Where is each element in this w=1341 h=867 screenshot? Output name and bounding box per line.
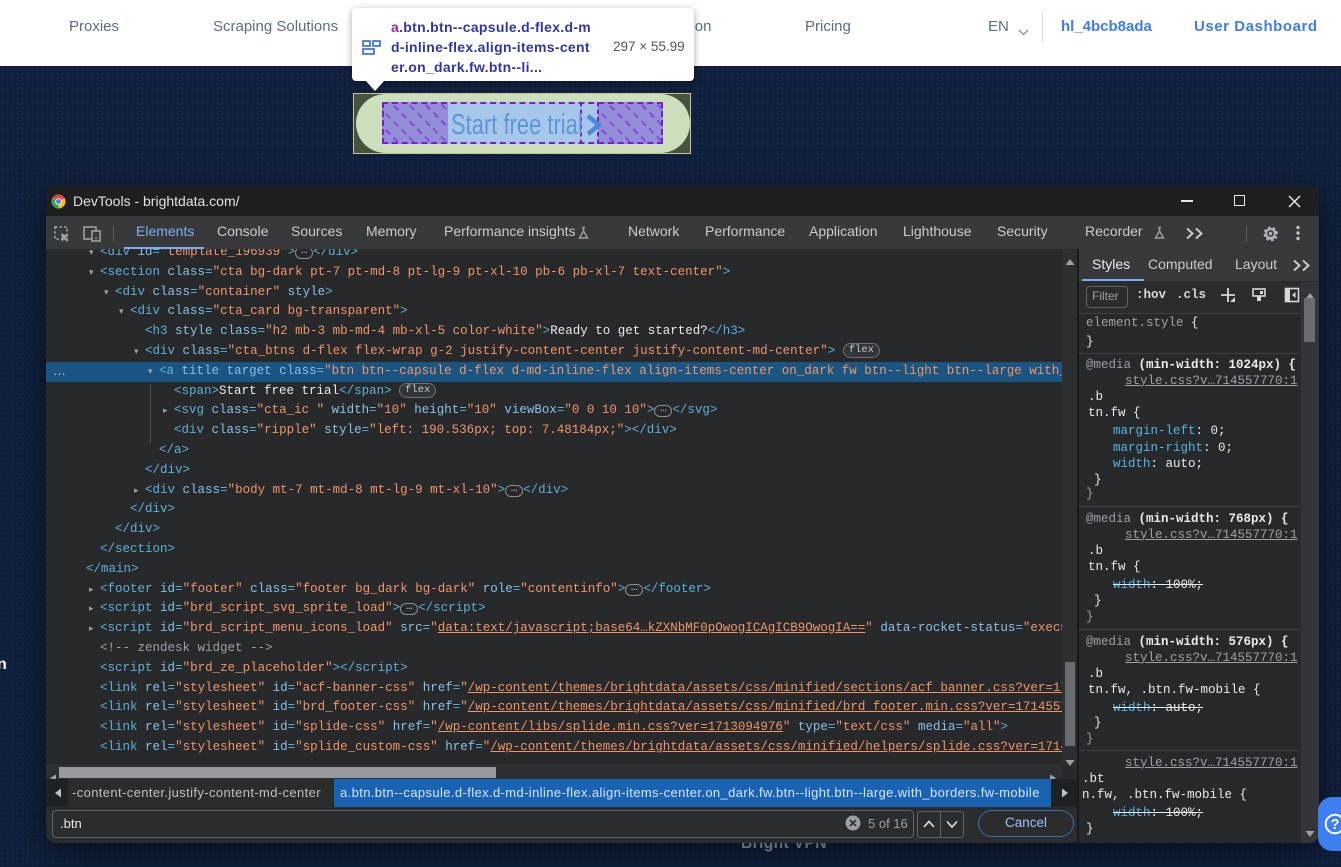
- svg-text:?: ?: [1331, 817, 1340, 833]
